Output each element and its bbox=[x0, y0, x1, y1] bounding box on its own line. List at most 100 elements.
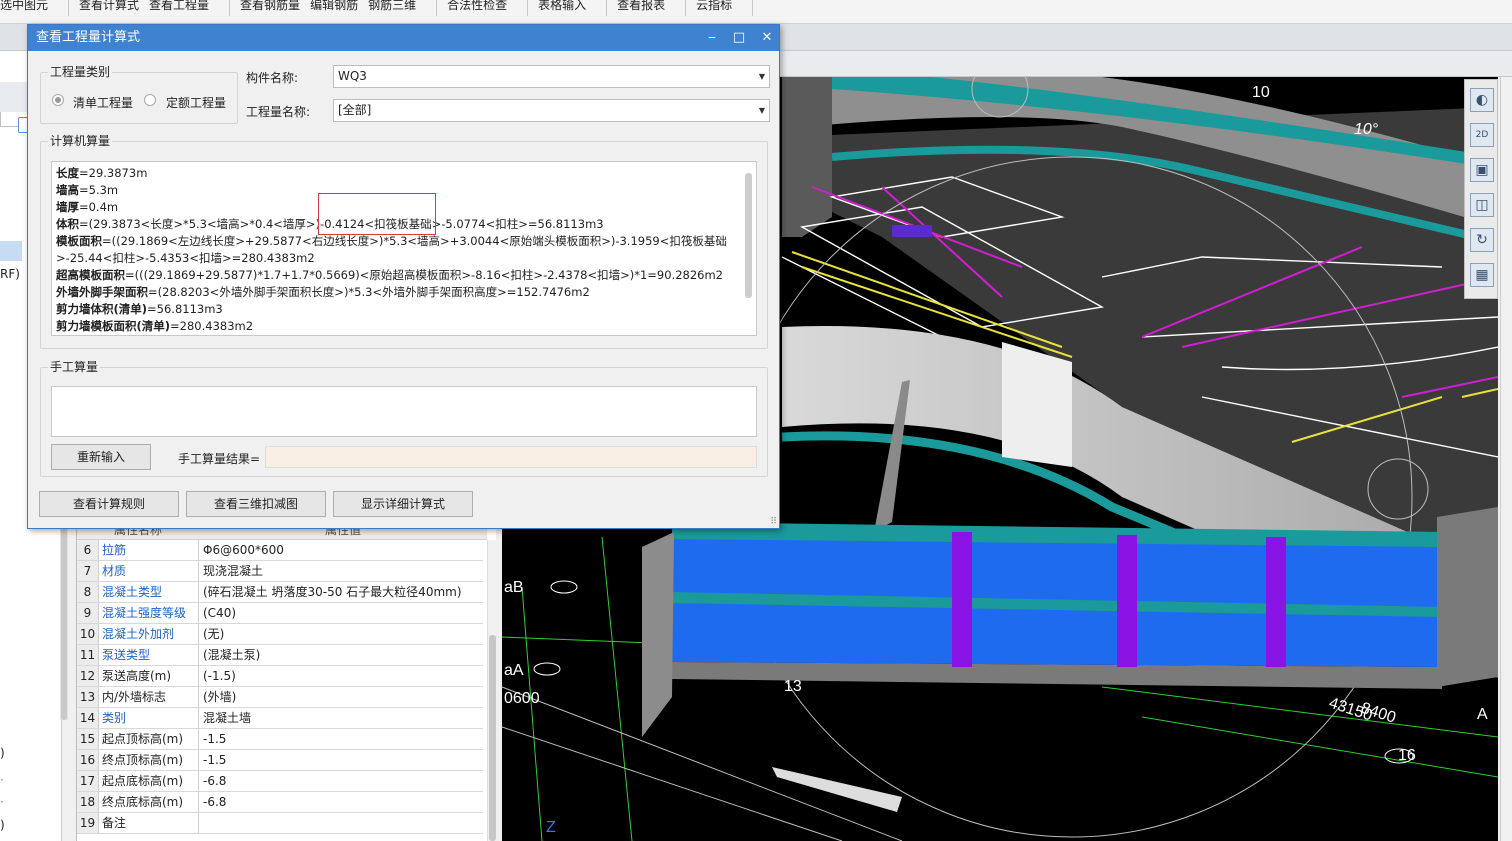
show-detail-formula-button[interactable]: 显示详细计算式 bbox=[333, 491, 473, 517]
property-value[interactable]: (混凝土泵) bbox=[199, 645, 483, 665]
highlight-box bbox=[318, 193, 436, 235]
property-value[interactable]: 现浇混凝土 bbox=[199, 561, 483, 581]
left-selected-item[interactable] bbox=[0, 241, 22, 261]
radio-bill-quantity[interactable] bbox=[52, 94, 64, 106]
property-name: 终点底标高(m) bbox=[99, 792, 199, 812]
property-row[interactable]: 15 起点顶标高(m) -1.5 bbox=[77, 729, 483, 750]
grid-label-10: 10 bbox=[1252, 84, 1270, 101]
manual-input-area[interactable] bbox=[51, 386, 757, 437]
toolbar-item[interactable]: 查看工程量 bbox=[149, 0, 209, 13]
property-row-number: 15 bbox=[77, 729, 99, 749]
formula-key: 模板面积 bbox=[56, 234, 102, 248]
grid-view-icon[interactable]: ▦ bbox=[1470, 263, 1494, 287]
right-edge-strip bbox=[1500, 77, 1512, 841]
purple-column-3 bbox=[1266, 537, 1286, 667]
resize-grip-icon[interactable]: ⠿ bbox=[770, 517, 777, 527]
radio-quota-label[interactable]: 定额工程量 bbox=[166, 94, 226, 111]
computed-formula-text[interactable]: 长度=29.3873m 墙高=5.3m 墙厚=0.4m 体积=(29.3873<长度>… bbox=[51, 161, 757, 336]
toolbar-item[interactable]: 云指标 bbox=[696, 0, 732, 13]
property-row[interactable]: 11 泵送类型 (混凝土泵) bbox=[77, 645, 483, 666]
property-value[interactable]: -6.8 bbox=[199, 771, 483, 791]
toolbar-item[interactable]: 表格输入 bbox=[538, 0, 586, 13]
property-name: 材质 bbox=[99, 561, 199, 581]
property-value[interactable]: -6.8 bbox=[199, 792, 483, 812]
toolbar-item[interactable]: 查看计算式 bbox=[79, 0, 139, 13]
quantity-name-select[interactable]: [全部] ▼ bbox=[333, 99, 770, 122]
property-value[interactable]: 混凝土墙 bbox=[199, 708, 483, 728]
formula-line: 剪力墙模板面积(清单)=280.4383m2 bbox=[56, 318, 736, 335]
iso-box-icon[interactable]: ◫ bbox=[1470, 193, 1494, 217]
dim-label-0600: 0600 bbox=[504, 690, 540, 707]
formula-value: =280.4383m2 bbox=[170, 319, 254, 333]
toolbar-item[interactable]: 查看钢筋量 bbox=[240, 0, 300, 13]
formula-value: =5.3m bbox=[79, 183, 119, 197]
property-row-number: 7 bbox=[77, 561, 99, 581]
property-row[interactable]: 7 材质 现浇混凝土 bbox=[77, 561, 483, 582]
formula-key: 墙高 bbox=[56, 183, 79, 197]
purple-column-1 bbox=[952, 532, 972, 667]
toolbar-group: 表格输入 bbox=[528, 0, 608, 16]
toolbar-item[interactable]: 查看报表 bbox=[617, 0, 665, 13]
property-row[interactable]: 10 混凝土外加剂 (无) bbox=[77, 624, 483, 645]
property-name: 终点顶标高(m) bbox=[99, 750, 199, 770]
property-value[interactable]: (外墙) bbox=[199, 687, 483, 707]
formula-value: =56.8113m3 bbox=[147, 302, 223, 316]
chevron-down-icon: ▼ bbox=[758, 106, 765, 115]
property-row[interactable]: 18 终点底标高(m) -6.8 bbox=[77, 792, 483, 813]
left-wall-block bbox=[782, 77, 832, 237]
property-value[interactable]: -1.5 bbox=[199, 750, 483, 770]
component-name-select[interactable]: WQ3 ▼ bbox=[333, 65, 770, 88]
axis-z-label: Z bbox=[546, 819, 556, 836]
manual-legend: 手工算量 bbox=[48, 358, 101, 375]
property-name: 内/外墙标志 bbox=[99, 687, 199, 707]
formula-line: 超高模板面积=(((29.1869+29.5877)*1.7+1.7*0.566… bbox=[56, 267, 736, 284]
manual-result-label: 手工算量结果= bbox=[178, 452, 261, 466]
toolbar-item[interactable]: 选中图元 bbox=[0, 0, 48, 13]
formula-key: 剪力墙模板面积(清单) bbox=[56, 319, 171, 333]
2d-view-icon[interactable]: 2D bbox=[1470, 123, 1494, 147]
orbit-icon[interactable]: ◐ bbox=[1470, 88, 1494, 112]
formula-key: 长度 bbox=[56, 166, 79, 180]
front-box-icon[interactable]: ▣ bbox=[1470, 158, 1494, 182]
property-row[interactable]: 12 泵送高度(m) (-1.5) bbox=[77, 666, 483, 687]
left-dot-1: · bbox=[0, 773, 4, 787]
grid-label-ab: aB bbox=[504, 579, 524, 596]
property-row[interactable]: 16 终点顶标高(m) -1.5 bbox=[77, 750, 483, 771]
property-name: 类别 bbox=[99, 708, 199, 728]
radio-bill-label[interactable]: 清单工程量 bbox=[73, 94, 133, 111]
property-value[interactable]: (无) bbox=[199, 624, 483, 644]
property-row[interactable]: 6 拉筋 Φ6@600*600 bbox=[77, 540, 483, 561]
grid-label-a: A bbox=[1477, 706, 1488, 723]
formula-key: 外墙外脚手架面积 bbox=[56, 285, 148, 299]
maximize-icon[interactable]: □ bbox=[726, 25, 752, 51]
property-value[interactable] bbox=[199, 813, 483, 833]
property-row[interactable]: 17 起点底标高(m) -6.8 bbox=[77, 771, 483, 792]
property-row[interactable]: 13 内/外墙标志 (外墙) bbox=[77, 687, 483, 708]
property-scrollbar[interactable] bbox=[487, 540, 496, 841]
formula-scrollbar[interactable] bbox=[745, 173, 752, 298]
property-value[interactable]: (C40) bbox=[199, 603, 483, 623]
reenter-button[interactable]: 重新输入 bbox=[51, 444, 151, 470]
property-row[interactable]: 19 备注 bbox=[77, 813, 483, 834]
property-name: 起点底标高(m) bbox=[99, 771, 199, 791]
property-row[interactable]: 14 类别 混凝土墙 bbox=[77, 708, 483, 729]
property-row[interactable]: 8 混凝土类型 (碎石混凝土 坍落度30-50 石子最大粒径40mm) bbox=[77, 582, 483, 603]
rotate-icon[interactable]: ↻ bbox=[1470, 228, 1494, 252]
formula-key: 墙厚 bbox=[56, 200, 79, 214]
view-3d-deduction-button[interactable]: 查看三维扣减图 bbox=[186, 491, 326, 517]
close-icon[interactable]: ✕ bbox=[754, 25, 780, 51]
property-value[interactable]: -1.5 bbox=[199, 729, 483, 749]
manual-result-field[interactable] bbox=[265, 446, 757, 468]
toolbar-item[interactable]: 钢筋三维 bbox=[368, 0, 416, 13]
property-grid: 属性名称 属性值 6 拉筋 Φ6@600*600 7 材质 现浇混凝土 8 混凝土类型 (碎石混… bbox=[76, 520, 496, 841]
property-value[interactable]: (-1.5) bbox=[199, 666, 483, 686]
minimize-icon[interactable]: ⎯ bbox=[699, 25, 725, 51]
property-value[interactable]: Φ6@600*600 bbox=[199, 540, 483, 560]
toolbar-item[interactable]: 合法性检查 bbox=[447, 0, 507, 13]
property-row[interactable]: 9 混凝土强度等级 (C40) bbox=[77, 603, 483, 624]
toolbar-item[interactable]: 编辑钢筋 bbox=[310, 0, 358, 13]
property-value[interactable]: (碎石混凝土 坍落度30-50 石子最大粒径40mm) bbox=[199, 582, 483, 602]
formula-line: 外墙外脚手架面积=(28.8203<外墙外脚手架面积长度>)*5.3<外墙外脚手… bbox=[56, 284, 736, 301]
view-rules-button[interactable]: 查看计算规则 bbox=[39, 491, 179, 517]
radio-quota-quantity[interactable] bbox=[144, 94, 156, 106]
